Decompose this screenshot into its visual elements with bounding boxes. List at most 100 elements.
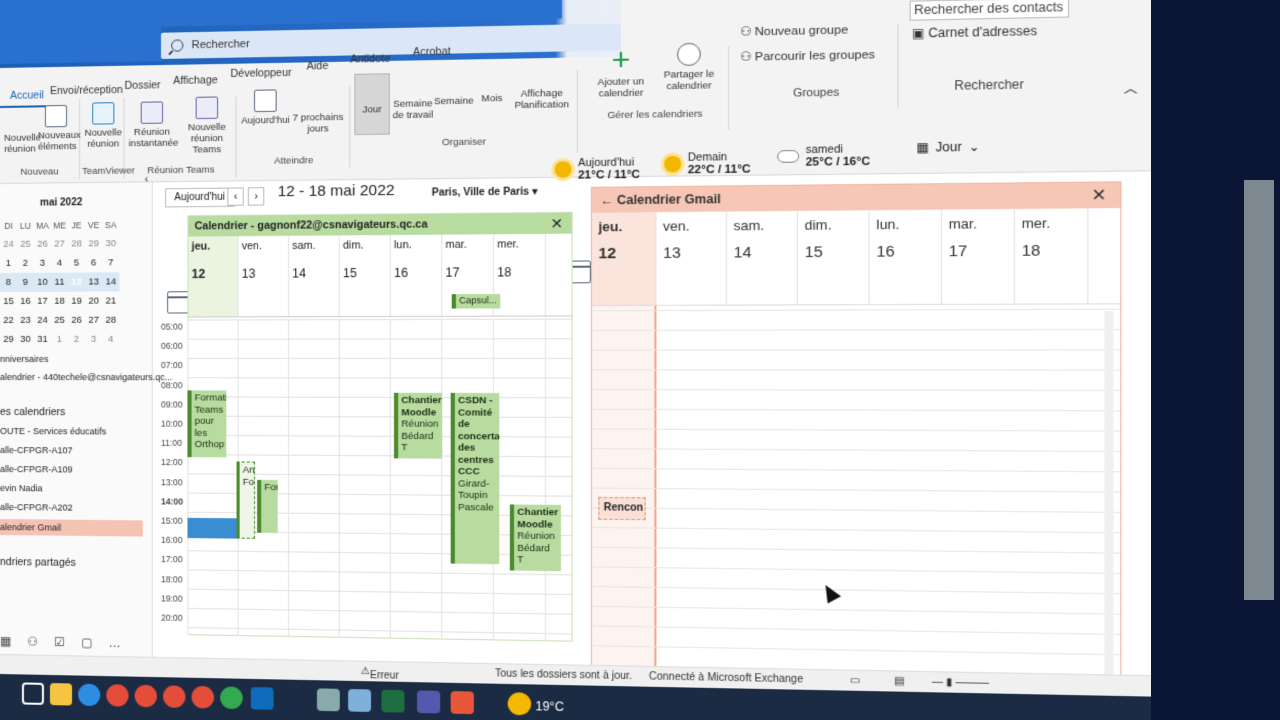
mini-calendar-day[interactable]: 30	[17, 330, 34, 349]
event-formation-2[interactable]: Formation	[257, 480, 278, 533]
tab-affichage[interactable]: Affichage	[163, 70, 228, 91]
mini-calendar-day[interactable]: 4	[51, 254, 68, 273]
mini-calendar-day[interactable]: 4	[102, 330, 119, 349]
notes-module-icon[interactable]: ▢	[81, 635, 92, 649]
mini-calendar-day[interactable]: 26	[68, 311, 85, 330]
event-chantier-moodle-2[interactable]: Chantier Moodle Réunion Bédard T	[510, 504, 561, 571]
address-book-button[interactable]: ▣ Carnet d'adresses	[912, 26, 1037, 40]
instant-meeting-button[interactable]: Réunion instantanée	[129, 101, 176, 149]
event-rencontre[interactable]: Rencon	[598, 497, 645, 520]
day-header[interactable]: jeu. 12	[188, 236, 238, 316]
chrome-icon-3[interactable]	[163, 685, 185, 708]
event-formation-teams[interactable]: Formation Teams pour les Orthop	[187, 390, 226, 457]
view-selector[interactable]: ▦ Jour ⌄	[916, 139, 979, 155]
share-calendar-button[interactable]: Partager le calendrier	[655, 42, 722, 92]
mini-calendar-day[interactable]: 5	[68, 253, 85, 272]
gmail-time-grid[interactable]	[592, 309, 1120, 684]
event-animation[interactable]: Animatio Fo	[237, 461, 255, 538]
gmail-day-header[interactable]: mer. 18	[1015, 208, 1089, 303]
chrome-icon-4[interactable]	[192, 686, 214, 709]
tab-antidote[interactable]: Antidote	[340, 48, 401, 70]
mini-calendar-day[interactable]: 16	[17, 292, 34, 311]
teams-icon[interactable]	[417, 690, 440, 713]
snagit-icon[interactable]	[451, 691, 474, 714]
file-explorer-icon[interactable]	[50, 683, 72, 706]
mini-calendar-day[interactable]: 3	[34, 254, 51, 273]
tasks-module-icon[interactable]: ☑	[54, 635, 65, 649]
mini-calendar-day[interactable]: 10	[34, 273, 51, 292]
gmail-day-header[interactable]: jeu. 12	[592, 212, 657, 305]
mini-calendar-day[interactable]: 15	[0, 292, 17, 311]
day-header[interactable]: ven. 13	[239, 236, 289, 317]
browse-groups-button[interactable]: ⚇ Parcourir les groupes	[740, 50, 875, 64]
mini-calendar-day[interactable]: 30	[102, 234, 119, 253]
mini-calendar-day[interactable]: 25	[17, 235, 34, 254]
nav-cal-nadia[interactable]: evin Nadia	[0, 483, 42, 493]
excel-icon[interactable]	[381, 690, 404, 713]
mini-calendar-day[interactable]: 2	[17, 254, 34, 273]
mini-calendar-day[interactable]: 18	[51, 292, 68, 311]
next-arrow-icon[interactable]: ›	[248, 187, 264, 205]
edge-icon[interactable]	[78, 684, 100, 707]
day-header[interactable]: dim. 15	[340, 235, 391, 316]
reading-view-icon[interactable]: ▤	[894, 676, 905, 688]
teams-meeting-button[interactable]: Nouvelle réunion Teams	[179, 96, 234, 156]
new-items-button[interactable]: Nouveaux éléments	[38, 105, 74, 153]
teamviewer-meeting-button[interactable]: Nouvelle réunion	[84, 102, 122, 150]
my-calendars-heading[interactable]: es calendriers	[0, 406, 65, 418]
mini-calendar-day[interactable]: 8	[0, 273, 17, 292]
nav-cal-a202[interactable]: alle-CFPGR-A202	[0, 502, 73, 513]
weather-sun-icon[interactable]	[508, 692, 531, 715]
day-header[interactable]: mer. 18	[494, 234, 546, 316]
collapse-ribbon-icon[interactable]: ︿	[1124, 79, 1138, 97]
previous-arrow-icon[interactable]: ‹	[227, 187, 243, 205]
new-group-button[interactable]: ⚇ Nouveau groupe	[740, 25, 848, 39]
mini-calendar-day[interactable]: 29	[85, 234, 102, 253]
gmail-day-header[interactable]: sam. 14	[727, 211, 798, 305]
collapse-arrow-icon[interactable]: ‹	[145, 174, 148, 185]
mini-calendar-day[interactable]: 1	[0, 254, 17, 273]
gmail-day-header[interactable]: ven. 13	[656, 212, 726, 305]
mini-calendar-day[interactable]: 6	[85, 253, 102, 272]
mini-calendar-day[interactable]: 17	[34, 292, 51, 311]
shared-calendars-heading[interactable]: ndriers partagés	[0, 556, 76, 569]
nav-cal-a107[interactable]: alle-CFPGR-A107	[0, 445, 73, 455]
mini-calendar-day[interactable]: 23	[17, 311, 34, 330]
mini-calendar-day[interactable]: 27	[85, 311, 102, 330]
nav-item-birthdays[interactable]: nniversaires	[0, 354, 48, 364]
gmail-day-header[interactable]: mar. 17	[942, 209, 1015, 304]
schedule-view-button[interactable]: Affichage Planification	[512, 62, 572, 112]
mini-calendar-day[interactable]: 29	[0, 330, 17, 349]
mini-calendar-day[interactable]: 24	[0, 235, 17, 254]
new-meeting-button[interactable]: Nouvelle réunion	[4, 107, 36, 155]
work-week-button[interactable]: Semaine de travail	[392, 72, 434, 121]
mini-calendar-day[interactable]: 7	[102, 253, 119, 272]
more-icon[interactable]: …	[109, 636, 121, 650]
next-7-days-button[interactable]: 7 prochains jours	[292, 86, 344, 135]
close-icon[interactable]: ✕	[551, 215, 564, 233]
chrome-icon-2[interactable]	[135, 685, 157, 708]
nav-cal-services[interactable]: OUTE - Services éducatifs	[0, 426, 106, 437]
add-calendar-button[interactable]: + Ajouter un calendrier	[589, 48, 654, 100]
mini-calendar-day[interactable]: 22	[0, 311, 17, 330]
mini-calendar-day[interactable]: 1	[51, 330, 68, 349]
zoom-slider[interactable]: — ▮ ———	[932, 676, 989, 689]
mini-calendar-day[interactable]: 19	[68, 292, 85, 311]
tab-aide[interactable]: Aide	[296, 56, 338, 77]
day-header[interactable]: lun. 16	[391, 235, 442, 316]
day-view-button[interactable]: Jour	[354, 73, 389, 135]
search-contacts-input[interactable]: Rechercher des contacts	[910, 0, 1069, 21]
close-icon[interactable]: ✕	[1091, 185, 1106, 207]
mini-calendar-day[interactable]: 25	[51, 311, 68, 330]
today-nav-button[interactable]: Aujourd'hui	[165, 188, 234, 208]
mini-calendar-day[interactable]: 12	[68, 273, 85, 292]
gmail-day-header[interactable]: lun. 16	[870, 210, 942, 304]
mini-calendar-day[interactable]: 11	[51, 273, 68, 292]
tab-developpeur[interactable]: Développeur	[220, 62, 302, 84]
tab-acrobat[interactable]: Acrobat	[402, 41, 461, 63]
outlook-icon[interactable]	[251, 687, 274, 710]
week-button[interactable]: Semaine	[434, 70, 474, 108]
mini-calendar-day[interactable]: 21	[102, 291, 119, 310]
mini-calendar-day[interactable]: 31	[34, 330, 51, 349]
vertical-scrollbar[interactable]	[1104, 311, 1113, 675]
